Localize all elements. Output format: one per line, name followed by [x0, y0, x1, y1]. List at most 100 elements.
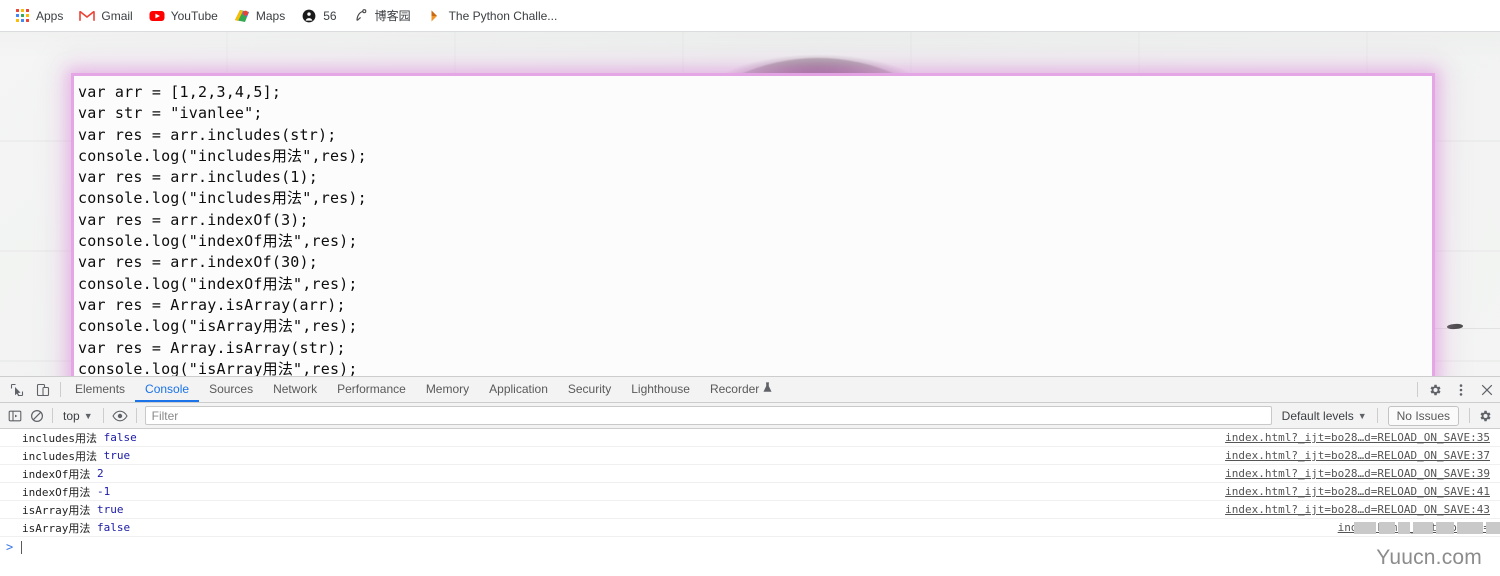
- console-filter-bar: top ▼ Default levels ▼ No Issues: [0, 403, 1500, 429]
- settings-gear-icon[interactable]: [1422, 377, 1448, 402]
- console-message-text: indexOf用法: [22, 485, 97, 499]
- console-message-value: 2: [96, 467, 104, 480]
- device-toolbar-icon[interactable]: [30, 377, 56, 402]
- tab-label: Memory: [425, 381, 470, 396]
- close-devtools-icon[interactable]: [1474, 377, 1500, 402]
- tab-network[interactable]: Network: [263, 377, 327, 402]
- tab-label: Application: [489, 381, 548, 396]
- console-message-value: true: [96, 503, 124, 516]
- prompt-arrow-icon: >: [6, 540, 14, 554]
- globe-person-icon: [301, 8, 317, 24]
- filterbar-divider-4: [1376, 408, 1378, 423]
- toolbar-divider: [60, 382, 61, 397]
- redaction-overlay: [1354, 520, 1500, 535]
- bookmark-label: 56: [323, 8, 337, 23]
- console-message-value: false: [96, 521, 131, 534]
- chevron-down-icon: ▼: [83, 410, 93, 421]
- text-caret: [21, 540, 23, 554]
- filterbar-divider-1: [52, 408, 53, 423]
- eye-icon[interactable]: [108, 406, 132, 426]
- context-selector-value: top: [63, 408, 80, 423]
- console-source-link[interactable]: index.html?_ijt=bo28…d=RELOAD_ON_SAVE:43: [1225, 503, 1490, 516]
- tab-label: Network: [273, 381, 318, 396]
- tab-label: Performance: [337, 381, 406, 396]
- filterbar-divider-5: [1469, 408, 1470, 423]
- tab-label: Lighthouse: [631, 381, 690, 396]
- tab-sources[interactable]: Sources: [199, 377, 263, 402]
- page-viewport: var arr = [1,2,3,4,5]; var str = "ivanle…: [0, 32, 1500, 376]
- console-message-value: false: [103, 431, 137, 444]
- bookmark-youtube[interactable]: YouTube: [141, 5, 226, 27]
- gmail-icon: [79, 8, 96, 24]
- console-source-link[interactable]: index.html?_ijt=bo28…d=RELOAD_ON_SAVE:39: [1225, 467, 1490, 480]
- console-message-text: isArray用法: [22, 503, 97, 517]
- bookmark-maps[interactable]: Maps: [226, 5, 293, 27]
- devtools-tabbar: Elements Console Sources Network Perform…: [0, 377, 1500, 403]
- filterbar-divider-3: [135, 408, 137, 423]
- context-selector[interactable]: top ▼: [57, 406, 99, 426]
- filter-input[interactable]: [144, 406, 1272, 425]
- inspect-element-icon[interactable]: [4, 377, 30, 402]
- log-levels-value: Default levels: [1281, 408, 1354, 423]
- devtools-panel: Elements Console Sources Network Perform…: [0, 376, 1500, 576]
- bookmark-label: 博客园: [374, 8, 411, 23]
- bookmark-label: YouTube: [170, 8, 218, 23]
- chevron-down-icon: ▼: [1357, 410, 1367, 421]
- bookmark-cnblogs[interactable]: 博客园: [345, 5, 419, 27]
- tab-memory[interactable]: Memory: [416, 377, 479, 402]
- bookmark-gmail[interactable]: Gmail: [71, 5, 140, 27]
- apps-grid-icon: [14, 8, 30, 24]
- tabbar-spacer: [782, 377, 1413, 402]
- maps-icon: [234, 8, 250, 24]
- tab-application[interactable]: Application: [479, 377, 558, 402]
- youtube-icon: [149, 8, 165, 24]
- console-message-value: true: [103, 449, 131, 462]
- tab-elements[interactable]: Elements: [65, 377, 135, 402]
- tab-label: Console: [145, 381, 190, 396]
- console-message-text: isArray用法: [22, 521, 97, 535]
- console-source-link[interactable]: index.html?_ijt=bo28…d=RELOAD_ON_SAVE:35: [1225, 431, 1490, 444]
- console-source-link[interactable]: index.html?_ijt=bo28…d=RELOAD_ON_SAVE:41: [1225, 485, 1490, 498]
- tab-label: Recorder: [709, 381, 760, 396]
- code-snippet-overlay: var arr = [1,2,3,4,5]; var str = "ivanle…: [74, 76, 1432, 376]
- bookmark-56[interactable]: 56: [293, 5, 344, 27]
- console-message-text: indexOf用法: [22, 467, 97, 481]
- tab-lighthouse[interactable]: Lighthouse: [621, 377, 700, 402]
- console-message-row[interactable]: includes用法 false index.html?_ijt=bo28…d=…: [0, 429, 1500, 447]
- bookmark-label: Maps: [255, 8, 286, 23]
- more-options-icon[interactable]: [1448, 377, 1474, 402]
- console-settings-gear-icon[interactable]: [1474, 406, 1496, 426]
- code-text: var arr = [1,2,3,4,5]; var str = "ivanle…: [78, 83, 367, 376]
- console-message-text: includes用法: [22, 449, 104, 463]
- tab-security[interactable]: Security: [558, 377, 621, 402]
- tab-label: Security: [567, 381, 612, 396]
- console-message-row[interactable]: includes用法 true index.html?_ijt=bo28…d=R…: [0, 447, 1500, 465]
- bookmarks-bar: Apps Gmail YouTube Maps 56 博客园 The Pytho…: [0, 0, 1500, 32]
- bookmark-label: The Python Challe...: [448, 8, 558, 23]
- console-source-link[interactable]: index.html?_ijt=bo28…d=RELOAD_ON_SAVE:37: [1225, 449, 1490, 462]
- console-message-value: -1: [96, 485, 111, 498]
- tab-label: Elements: [75, 381, 126, 396]
- tab-label: Sources: [209, 381, 254, 396]
- tab-performance[interactable]: Performance: [327, 377, 416, 402]
- filterbar-divider-2: [102, 408, 104, 423]
- log-levels-selector[interactable]: Default levels ▼: [1276, 406, 1373, 426]
- console-message-row[interactable]: indexOf用法 -1 index.html?_ijt=bo28…d=RELO…: [0, 483, 1500, 501]
- tab-console[interactable]: Console: [135, 377, 200, 402]
- bookmark-apps[interactable]: Apps: [6, 5, 71, 27]
- experiment-flask-icon: [763, 381, 772, 396]
- bookmark-label: Gmail: [101, 8, 133, 23]
- cnblogs-icon: [353, 8, 369, 24]
- console-message-list[interactable]: includes用法 false index.html?_ijt=bo28…d=…: [0, 429, 1500, 576]
- console-message-text: includes用法: [22, 431, 104, 445]
- bookmark-python-challenge[interactable]: The Python Challe...: [419, 5, 566, 27]
- issues-button[interactable]: No Issues: [1387, 405, 1459, 426]
- console-input-prompt[interactable]: >: [0, 537, 1500, 557]
- console-message-row[interactable]: isArray用法 false index.html?_ijt=bo28…d=: [0, 519, 1500, 537]
- python-challenge-icon: [427, 8, 443, 24]
- tab-recorder[interactable]: Recorder: [700, 377, 782, 402]
- console-sidebar-icon[interactable]: [4, 406, 26, 426]
- console-message-row[interactable]: isArray用法 true index.html?_ijt=bo28…d=RE…: [0, 501, 1500, 519]
- clear-console-icon[interactable]: [26, 406, 48, 426]
- console-message-row[interactable]: indexOf用法 2 index.html?_ijt=bo28…d=RELOA…: [0, 465, 1500, 483]
